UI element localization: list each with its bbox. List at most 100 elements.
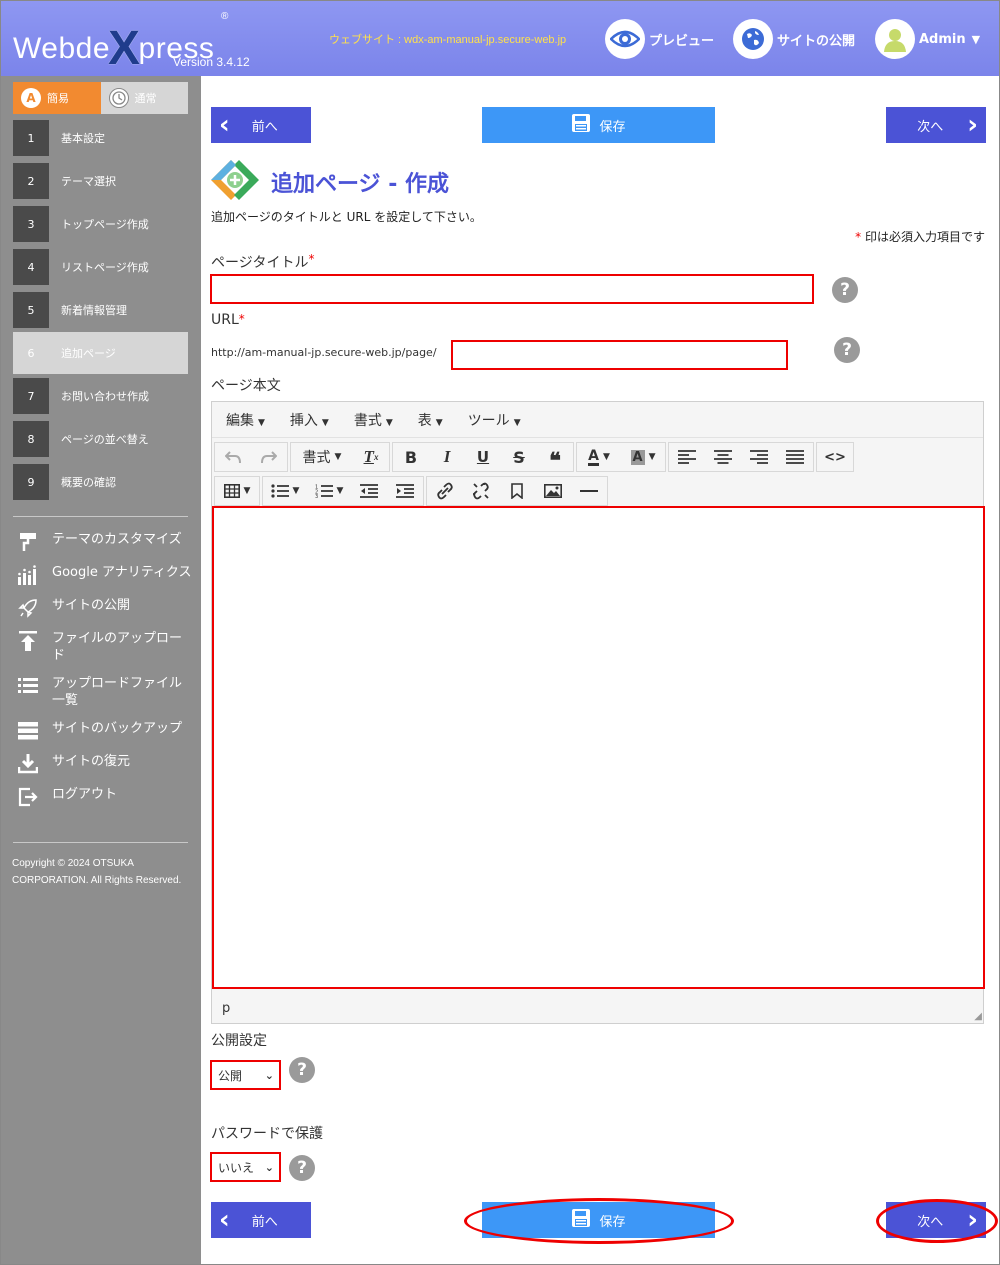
step-number: 4 — [13, 249, 49, 285]
publish-select[interactable]: 公開 ⌄ — [210, 1060, 281, 1090]
tool-logout[interactable]: ログアウト — [17, 786, 192, 808]
app-window: WebdeXpress ® Version 3.4.12 ウェブサイト : wd… — [0, 0, 1000, 1265]
upload-icon — [17, 630, 39, 652]
format-dropdown[interactable]: 書式 ▼ — [291, 443, 353, 471]
step-item-list-page[interactable]: 4 リストページ作成 — [13, 246, 188, 289]
unlink-icon[interactable] — [463, 477, 499, 505]
step-item-theme-select[interactable]: 2 テーマ選択 — [13, 160, 188, 203]
prev-button-bottom[interactable]: ‹ 前へ — [211, 1202, 311, 1238]
menu-label: 編集 — [226, 412, 254, 429]
page-title-input[interactable] — [210, 274, 814, 304]
help-icon[interactable]: ? — [834, 337, 860, 363]
chevron-left-icon: ‹ — [219, 1205, 230, 1235]
horizontal-rule-icon[interactable] — [571, 477, 607, 505]
image-icon[interactable] — [535, 477, 571, 505]
help-icon[interactable]: ? — [289, 1155, 315, 1181]
clock-icon — [108, 88, 129, 108]
align-left-icon[interactable] — [669, 443, 705, 471]
background-color-icon[interactable]: A ▼ — [621, 443, 665, 471]
outdent-icon[interactable] — [351, 477, 387, 505]
table-icon[interactable]: ▼ — [215, 477, 259, 505]
admin-menu-button[interactable]: Admin ▼ — [875, 19, 980, 59]
next-label: 次へ — [917, 119, 944, 135]
element-path[interactable]: p — [222, 1001, 230, 1016]
caret-down-icon: ▼ — [513, 417, 521, 428]
mode-tab-normal[interactable]: 通常 — [100, 82, 188, 114]
tool-theme-customize[interactable]: テーマのカスタマイズ — [17, 531, 192, 553]
format-dropdown-label: 書式 — [302, 450, 331, 466]
website-url-link[interactable]: ウェブサイト : wdx-am-manual-jp.secure-web.jp — [329, 31, 566, 47]
redo-icon[interactable] — [251, 443, 287, 471]
step-item-basic-settings[interactable]: 1 基本設定 — [13, 117, 188, 160]
step-label: 新着情報管理 — [61, 304, 127, 317]
tool-site-restore[interactable]: サイトの復元 — [17, 753, 192, 775]
preview-button[interactable]: プレビュー — [605, 19, 714, 59]
step-item-additional-page[interactable]: 6 追加ページ — [13, 332, 188, 375]
admin-label: Admin — [919, 31, 966, 47]
menu-insert[interactable]: 挿入 ▼ — [280, 410, 339, 430]
save-button-top[interactable]: 保存 — [482, 107, 715, 143]
indent-icon[interactable] — [387, 477, 423, 505]
menu-format[interactable]: 書式 ▼ — [344, 410, 403, 430]
step-item-contact-form[interactable]: 7 お問い合わせ作成 — [13, 375, 188, 418]
password-protect-select[interactable]: いいえ ⌄ — [210, 1152, 281, 1182]
caret-down-icon: ▼ — [385, 417, 393, 428]
link-icon[interactable] — [427, 477, 463, 505]
url-label: URL* — [211, 312, 245, 328]
url-slug-input[interactable] — [451, 340, 788, 370]
tool-file-upload[interactable]: ファイルのアップロード — [17, 630, 192, 664]
bullet-list-icon[interactable]: ▼ — [263, 477, 307, 505]
menu-edit[interactable]: 編集 ▼ — [216, 410, 275, 430]
prev-label: 前へ — [251, 1214, 278, 1230]
step-item-top-page[interactable]: 3 トップページ作成 — [13, 203, 188, 246]
required-note: * 印は必須入力項目です — [855, 228, 985, 245]
editor-content-area[interactable] — [212, 506, 985, 989]
step-number: 1 — [13, 120, 49, 156]
step-item-news[interactable]: 5 新着情報管理 — [13, 289, 188, 332]
next-button-top[interactable]: 次へ › — [886, 107, 986, 143]
undo-icon[interactable] — [215, 443, 251, 471]
text-color-icon[interactable]: A ▼ — [577, 443, 621, 471]
italic-icon[interactable]: I — [429, 443, 465, 471]
step-number: 2 — [13, 163, 49, 199]
align-right-icon[interactable] — [741, 443, 777, 471]
help-icon[interactable]: ? — [289, 1057, 315, 1083]
tool-site-backup[interactable]: サイトのバックアップ — [17, 720, 192, 742]
step-item-page-order[interactable]: 8 ページの並べ替え — [13, 418, 188, 461]
user-avatar-icon — [875, 19, 915, 59]
menu-label: ツール — [467, 412, 510, 429]
align-center-icon[interactable] — [705, 443, 741, 471]
rocket-icon — [17, 597, 39, 619]
tool-site-publish[interactable]: サイトの公開 — [17, 597, 192, 619]
mode-tab-easy[interactable]: A 簡易 — [13, 82, 101, 114]
numbered-list-icon[interactable]: 1 2 3 ▼ — [307, 477, 351, 505]
source-code-icon[interactable]: <> — [817, 443, 853, 471]
blockquote-icon[interactable]: ❝ — [537, 443, 573, 473]
prev-button-top[interactable]: ‹ 前へ — [211, 107, 311, 143]
strikethrough-icon[interactable]: S — [501, 443, 537, 471]
clear-format-icon[interactable]: Tx — [353, 443, 389, 471]
svg-text:3: 3 — [315, 494, 318, 498]
menu-tools[interactable]: ツール ▼ — [458, 410, 531, 430]
top-header: WebdeXpress ® Version 3.4.12 ウェブサイト : wd… — [1, 1, 999, 76]
resize-handle-icon[interactable]: ◢ — [974, 1011, 982, 1022]
sidebar: A 簡易 通常 1 基本設定 2 テーマ選択 3 トップページ作成 4 リストページ作成… — [1, 76, 201, 1264]
step-item-summary[interactable]: 9 概要の確認 — [13, 461, 188, 504]
sidebar-divider — [13, 842, 188, 843]
toolbar-group-table: ▼ — [214, 476, 260, 506]
caret-down-icon: ▼ — [435, 417, 443, 428]
underline-icon[interactable]: U — [465, 443, 501, 471]
tool-label: Google アナリティクス — [52, 565, 192, 580]
align-justify-icon[interactable] — [777, 443, 813, 471]
required-note-text: 印は必須入力項目です — [864, 230, 985, 244]
help-icon[interactable]: ? — [832, 277, 858, 303]
tool-google-analytics[interactable]: Google アナリティクス — [17, 564, 192, 586]
publish-site-button[interactable]: サイトの公開 — [733, 19, 855, 59]
tool-uploaded-files-list[interactable]: アップロードファイル一覧 — [17, 675, 192, 709]
bold-icon[interactable]: B — [393, 443, 429, 471]
chevron-right-icon: › — [967, 110, 978, 140]
publish-setting-label: 公開設定 — [211, 1033, 267, 1049]
bookmark-icon[interactable] — [499, 477, 535, 505]
menu-table[interactable]: 表 ▼ — [408, 410, 453, 430]
caret-down-icon: ▼ — [648, 452, 656, 462]
